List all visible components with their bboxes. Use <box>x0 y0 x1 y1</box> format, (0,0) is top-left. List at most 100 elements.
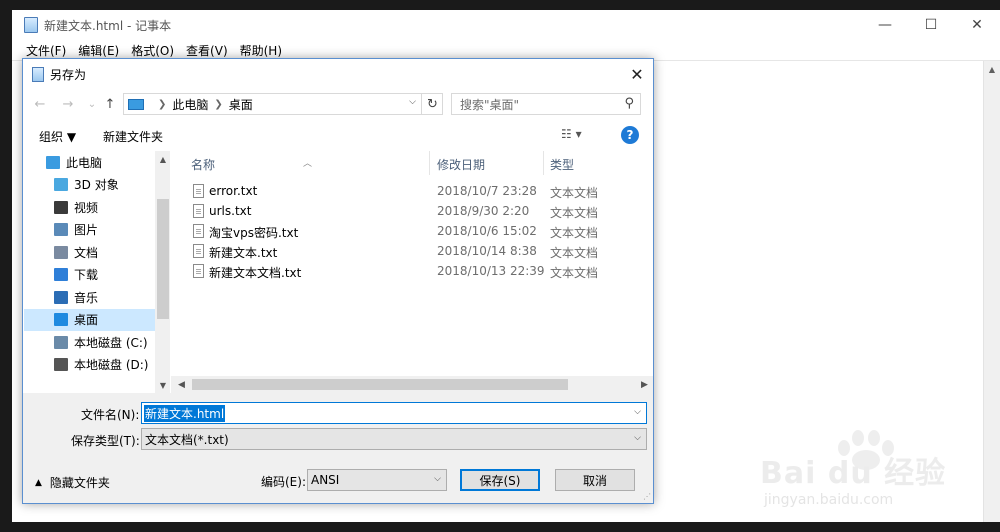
file-name: 新建文本.txt <box>209 246 278 260</box>
desktop-icon <box>54 313 68 327</box>
baidu-watermark: Bai du 经验 jingyan.baidu.com <box>760 430 980 520</box>
scroll-left-arrow-icon[interactable]: ◀ <box>173 376 190 393</box>
file-list-horizontal-scrollbar[interactable]: ◀ ▶ <box>171 376 653 393</box>
video-icon <box>54 200 68 214</box>
tree-item[interactable]: 此电脑 <box>24 151 170 174</box>
forward-arrow-icon[interactable]: → <box>59 95 77 113</box>
menu-edit[interactable]: 编辑(E) <box>72 42 125 59</box>
file-row[interactable]: 新建文本文档.txt 2018/10/13 22:39 文本文档 <box>171 261 653 281</box>
tree-scroll-thumb[interactable] <box>157 199 169 319</box>
tree-item[interactable]: 本地磁盘 (C:) <box>24 331 170 354</box>
tree-item[interactable]: 音乐 <box>24 286 170 309</box>
menu-file[interactable]: 文件(F) <box>20 42 72 59</box>
column-type-header[interactable]: 类型 <box>550 156 574 173</box>
scroll-right-arrow-icon[interactable]: ▶ <box>636 376 653 393</box>
tree-item-label: 音乐 <box>74 290 99 305</box>
file-list: ︿ 名称 修改日期 类型 error.txt 2018/10/7 23:28 文本文… <box>171 151 653 393</box>
menu-view[interactable]: 查看(V) <box>180 42 234 59</box>
filename-input[interactable]: 新建文本.html ⌵ <box>141 402 647 424</box>
tree-item[interactable]: 视频 <box>24 196 170 219</box>
scroll-up-arrow-icon[interactable]: ▲ <box>155 151 170 167</box>
dialog-footer: 文件名(N): 新建文本.html ⌵ 保存类型(T): 文本文档(*.txt)… <box>23 393 653 503</box>
scroll-down-arrow-icon[interactable]: ▼ <box>155 377 170 393</box>
chevron-up-icon: ▲ <box>35 477 42 488</box>
filename-dropdown-icon[interactable]: ⌵ <box>634 407 641 417</box>
breadcrumb-desktop[interactable]: 桌面 <box>229 96 253 113</box>
up-arrow-icon[interactable]: ↑ <box>101 95 119 113</box>
file-row[interactable]: 淘宝vps密码.txt 2018/10/6 15:02 文本文档 <box>171 221 653 241</box>
text-file-icon <box>193 244 204 258</box>
file-row[interactable]: error.txt 2018/10/7 23:28 文本文档 <box>171 181 653 201</box>
tree-item[interactable]: 本地磁盘 (D:) <box>24 354 170 377</box>
file-row[interactable]: urls.txt 2018/9/30 2:20 文本文档 <box>171 201 653 221</box>
tree-item-label: 视频 <box>74 200 99 215</box>
column-name-header[interactable]: 名称 <box>191 156 215 173</box>
drive-d-icon <box>54 358 68 372</box>
dialog-title: 另存为 <box>50 67 87 82</box>
refresh-icon[interactable]: ↻ <box>421 93 443 115</box>
minimize-button[interactable]: — <box>862 10 908 40</box>
breadcrumb-this-pc[interactable]: 此电脑 <box>172 96 208 113</box>
navigation-bar: ← → ⌄ ↑ ❯ 此电脑 ❯ 桌面 ⌵ ↻ 搜索"桌面" ⚲ <box>23 91 653 117</box>
new-folder-button[interactable]: 新建文件夹 <box>103 128 163 145</box>
hide-folders-toggle[interactable]: ▲ 隐藏文件夹 <box>35 474 110 491</box>
maximize-button[interactable]: ☐ <box>908 10 954 40</box>
filetype-label: 保存类型(T): <box>71 434 140 448</box>
tree-item[interactable]: 下载 <box>24 264 170 287</box>
file-name: 淘宝vps密码.txt <box>209 226 299 240</box>
tree-item-label: 本地磁盘 (D:) <box>74 358 149 373</box>
search-input[interactable]: 搜索"桌面" ⚲ <box>451 93 641 115</box>
filename-value[interactable]: 新建文本.html <box>144 404 226 422</box>
help-icon[interactable]: ? <box>621 126 639 144</box>
notepad-titlebar: 新建文本.html - 记事本 — ☐ ✕ <box>12 10 1000 40</box>
address-bar[interactable]: ❯ 此电脑 ❯ 桌面 ⌵ <box>123 93 443 115</box>
resize-grip-icon[interactable]: ⋰ <box>643 492 651 501</box>
dialog-titlebar: 另存为 ✕ <box>23 59 653 89</box>
watermark-brand: Bai du 经验 <box>760 456 947 491</box>
tree-vertical-scrollbar[interactable]: ▲ ▼ <box>155 151 170 393</box>
close-button[interactable]: ✕ <box>954 10 1000 40</box>
file-date: 2018/10/6 15:02 <box>437 224 537 238</box>
file-date: 2018/10/7 23:28 <box>437 184 537 198</box>
3d-objects-icon <box>54 178 68 192</box>
search-icon[interactable]: ⚲ <box>624 96 634 111</box>
cancel-button[interactable]: 取消 <box>555 469 635 491</box>
menu-format[interactable]: 格式(O) <box>125 42 180 59</box>
tree-item-label: 文档 <box>74 245 99 260</box>
view-options-icon[interactable]: ☷ ▾ <box>561 127 582 141</box>
editor-vertical-scrollbar[interactable]: ▲ <box>983 61 1000 522</box>
encoding-value: ANSI <box>311 473 340 487</box>
file-name: 新建文本文档.txt <box>209 266 302 280</box>
encoding-select[interactable]: ANSI ⌵ <box>307 469 447 491</box>
file-type: 文本文档 <box>550 266 599 280</box>
filetype-value: 文本文档(*.txt) <box>145 432 229 447</box>
tree-item-label: 图片 <box>74 223 99 238</box>
horizontal-scroll-thumb[interactable] <box>192 379 568 390</box>
tree-item[interactable]: 3D 对象 <box>24 174 170 197</box>
breadcrumb-separator-icon: ❯ <box>158 98 167 110</box>
tree-item[interactable]: 文档 <box>24 241 170 264</box>
file-type: 文本文档 <box>550 226 599 240</box>
dialog-close-button[interactable]: ✕ <box>621 59 653 89</box>
file-name: error.txt <box>209 184 258 198</box>
tree-item-label: 本地磁盘 (C:) <box>74 335 148 350</box>
file-date: 2018/10/13 22:39 <box>437 264 545 278</box>
save-button[interactable]: 保存(S) <box>460 469 540 491</box>
column-date-header[interactable]: 修改日期 <box>437 156 485 173</box>
menu-help[interactable]: 帮助(H) <box>234 42 288 59</box>
pc-icon <box>46 155 60 169</box>
file-row[interactable]: 新建文本.txt 2018/10/14 8:38 文本文档 <box>171 241 653 261</box>
filetype-dropdown-icon[interactable]: ⌵ <box>634 433 641 443</box>
tree-item[interactable]: 桌面 <box>24 308 170 331</box>
watermark-url: jingyan.baidu.com <box>764 492 894 508</box>
back-arrow-icon[interactable]: ← <box>31 95 49 113</box>
tree-item[interactable]: 图片 <box>24 219 170 242</box>
organize-button[interactable]: 组织 ▼ <box>39 128 76 145</box>
file-type: 文本文档 <box>550 186 599 200</box>
scroll-up-arrow-icon[interactable]: ▲ <box>984 61 1000 78</box>
encoding-dropdown-icon[interactable]: ⌵ <box>434 474 441 484</box>
recent-locations-icon[interactable]: ⌄ <box>83 95 101 113</box>
hide-folders-label: 隐藏文件夹 <box>49 476 110 490</box>
address-dropdown-icon[interactable]: ⌵ <box>409 97 416 107</box>
filetype-select[interactable]: 文本文档(*.txt) ⌵ <box>141 428 647 450</box>
